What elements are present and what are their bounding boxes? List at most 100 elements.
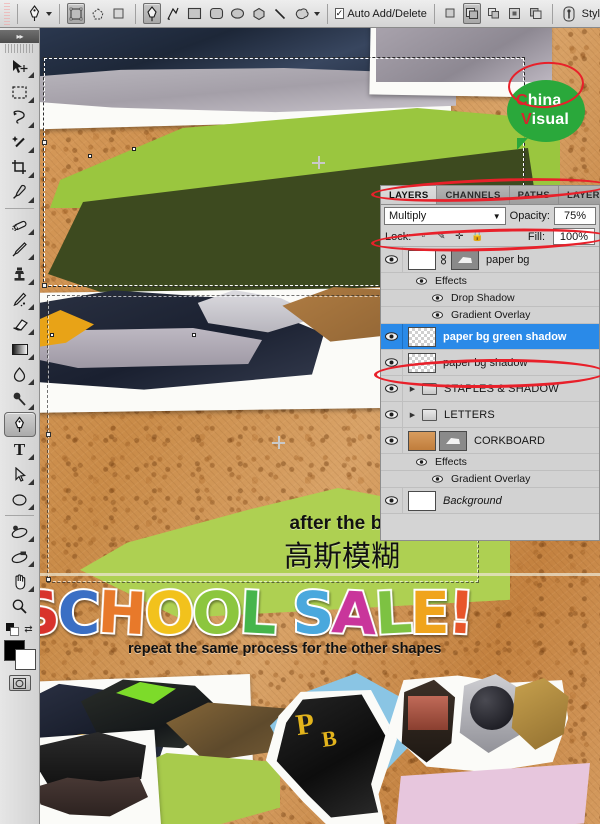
layer-group-row[interactable]: ▶ STAPLES & SHADOW <box>381 376 599 402</box>
type-tool[interactable]: T <box>4 437 36 462</box>
layer-thumbnail[interactable] <box>408 490 436 511</box>
polygon-tool-button[interactable] <box>250 3 268 24</box>
layer-row[interactable]: paper bg green shadow <box>381 324 599 350</box>
fill-input[interactable]: 100% <box>553 228 595 245</box>
layer-thumbnail[interactable] <box>408 352 436 373</box>
toolbox-drag-dots[interactable] <box>5 44 34 53</box>
rectangular-marquee-tool[interactable] <box>4 80 36 105</box>
layer-effects-row[interactable]: Effects <box>381 454 599 471</box>
background-color-swatch[interactable] <box>14 649 36 670</box>
rotate-3d-tool[interactable] <box>4 519 36 544</box>
pink-paper-shape[interactable] <box>395 763 590 824</box>
path-selection-tool[interactable] <box>4 462 36 487</box>
layers-panel[interactable]: LAYERS CHANNELS PATHS LAYER CO Multiply ▼ O… <box>380 185 600 541</box>
exclude-overlapping-button[interactable] <box>506 3 524 24</box>
active-tool-icon[interactable] <box>25 3 43 24</box>
auto-add-delete-checkbox[interactable]: ✓ <box>334 8 345 19</box>
layer-thumbnail[interactable] <box>408 249 436 270</box>
geometry-options-caret-icon[interactable] <box>313 11 320 16</box>
layer-mask-link-icon[interactable] <box>439 254 448 265</box>
gradient-tool[interactable] <box>4 337 36 362</box>
layer-row[interactable]: paper bg shadow <box>381 350 599 376</box>
paths-mode-button[interactable] <box>88 3 106 24</box>
lock-position-icon[interactable]: ✛ <box>453 231 465 243</box>
history-brush-tool[interactable] <box>4 287 36 312</box>
layer-effect-row[interactable]: Gradient Overlay <box>381 471 599 488</box>
orbit-3d-camera-tool[interactable] <box>4 544 36 569</box>
quick-mask-button[interactable] <box>8 675 31 691</box>
layer-visibility-toggle[interactable] <box>381 402 403 427</box>
layer-row[interactable]: CORKBOARD <box>381 428 599 454</box>
shape-layers-mode-button[interactable] <box>67 3 86 24</box>
transform-handle[interactable] <box>46 432 51 437</box>
layer-row[interactable]: paper bg <box>381 247 599 273</box>
intersect-path-areas-button[interactable] <box>484 3 502 24</box>
swap-colors-icon[interactable]: ⇄ <box>24 624 32 635</box>
magic-wand-tool[interactable] <box>4 130 36 155</box>
layer-visibility-toggle[interactable] <box>381 247 403 272</box>
lock-transparent-pixels-icon[interactable]: ▫ <box>417 231 429 243</box>
default-colors-icon[interactable] <box>6 623 20 636</box>
layer-visibility-toggle[interactable] <box>407 277 429 285</box>
path-anchor-point[interactable] <box>50 333 54 337</box>
combine-path-button[interactable] <box>527 3 545 24</box>
layer-group-row[interactable]: ▶ LETTERS <box>381 402 599 428</box>
transform-handle[interactable] <box>42 140 47 145</box>
path-anchor-point[interactable] <box>132 147 136 151</box>
layer-visibility-toggle[interactable] <box>423 311 445 319</box>
toolbox-collapse-handle[interactable]: ▸▸ <box>0 30 39 43</box>
path-anchor-point[interactable] <box>192 333 196 337</box>
layer-visibility-toggle[interactable] <box>423 475 445 483</box>
layer-visibility-toggle[interactable] <box>381 376 403 401</box>
style-swatch-button[interactable] <box>560 3 578 24</box>
lock-image-pixels-icon[interactable]: ✎ <box>435 231 447 243</box>
line-tool-button[interactable] <box>271 3 289 24</box>
panel-tab-layers[interactable]: LAYERS <box>381 186 438 204</box>
healing-brush-tool[interactable] <box>4 212 36 237</box>
layer-visibility-toggle[interactable] <box>381 324 403 349</box>
color-swatches[interactable] <box>3 640 36 670</box>
transform-handle[interactable] <box>42 283 47 288</box>
layer-list[interactable]: paper bg Effects Drop Shadow Gradient Overl… <box>381 247 599 514</box>
shape-tool[interactable] <box>4 487 36 512</box>
fill-pixels-mode-button[interactable] <box>110 3 128 24</box>
panel-tab-paths[interactable]: PATHS <box>509 186 559 204</box>
hand-tool[interactable] <box>4 569 36 594</box>
layer-effects-row[interactable]: Effects <box>381 273 599 290</box>
rounded-rectangle-tool-button[interactable] <box>207 3 225 24</box>
pen-tool[interactable] <box>3 412 36 437</box>
lock-all-icon[interactable]: 🔒 <box>471 231 483 243</box>
rectangle-tool-button[interactable] <box>186 3 204 24</box>
panel-tab-layer-co[interactable]: LAYER CO <box>558 186 600 204</box>
add-to-path-area-button[interactable] <box>442 3 460 24</box>
layer-thumbnail[interactable] <box>408 430 436 451</box>
layer-effect-row[interactable]: Drop Shadow <box>381 290 599 307</box>
dodge-tool[interactable] <box>4 387 36 412</box>
blend-mode-select[interactable]: Multiply ▼ <box>384 207 506 225</box>
eraser-tool[interactable] <box>4 312 36 337</box>
group-disclosure-icon[interactable]: ▶ <box>407 385 418 393</box>
layer-visibility-toggle[interactable] <box>381 428 403 453</box>
group-disclosure-icon[interactable]: ▶ <box>407 411 418 419</box>
layer-row[interactable]: Background <box>381 488 599 514</box>
panel-tab-channels[interactable]: CHANNELS <box>437 186 510 204</box>
crop-tool[interactable] <box>4 155 36 180</box>
layer-visibility-toggle[interactable] <box>381 350 403 375</box>
pen-tool-button[interactable] <box>142 3 162 24</box>
layer-visibility-toggle[interactable] <box>381 488 403 513</box>
ellipse-tool-button[interactable] <box>228 3 246 24</box>
freeform-pen-tool-button[interactable] <box>164 3 182 24</box>
eyedropper-tool[interactable] <box>4 180 36 205</box>
layer-effect-row[interactable]: Gradient Overlay <box>381 307 599 324</box>
tool-preset-caret-icon[interactable] <box>46 11 53 16</box>
layer-mask-thumbnail[interactable] <box>451 249 479 270</box>
layer-visibility-toggle[interactable] <box>407 458 429 466</box>
layer-visibility-toggle[interactable] <box>423 294 445 302</box>
lasso-tool[interactable] <box>4 105 36 130</box>
move-tool[interactable] <box>4 55 36 80</box>
layer-mask-thumbnail[interactable] <box>439 430 467 451</box>
brush-tool[interactable] <box>4 237 36 262</box>
layer-thumbnail[interactable] <box>408 326 436 347</box>
options-bar-grip[interactable] <box>4 2 11 25</box>
blur-tool[interactable] <box>4 362 36 387</box>
